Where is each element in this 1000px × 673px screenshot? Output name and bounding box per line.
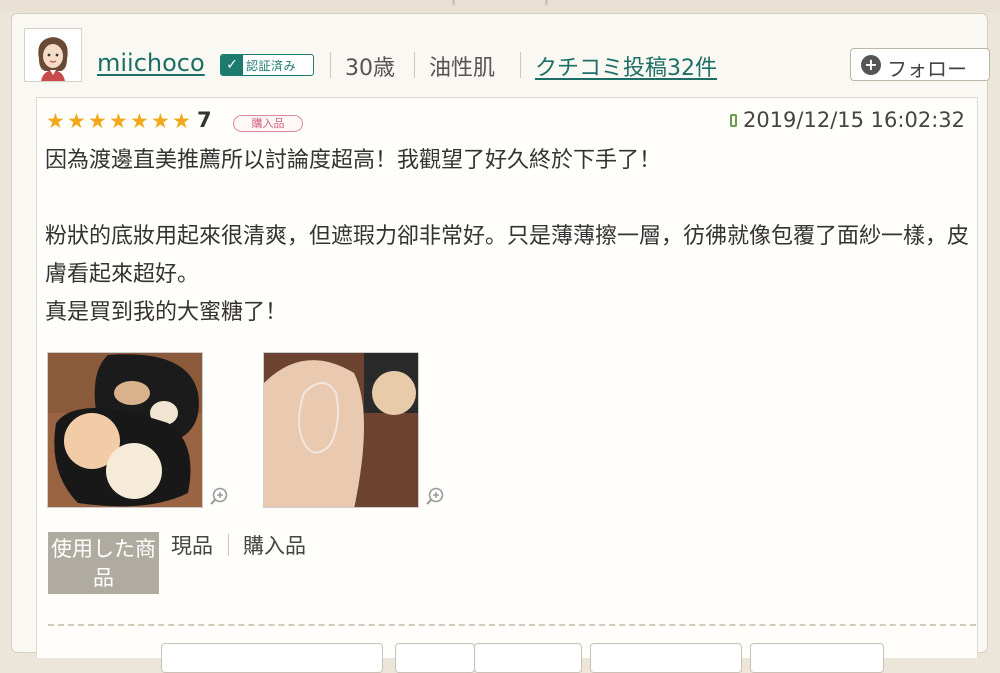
compact-photo [48,353,202,507]
star-icon: ★ [151,109,170,133]
review-body: ★ ★ ★ ★ ★ ★ ★ 7 購入品 2019/12/15 16:02:32 … [36,97,978,673]
review-paragraph: 真是買到我的大蜜糖了！ [45,300,288,325]
review-header: miichoco ✓ 認証済み 30歳 油性肌 クチコミ投稿32件 + フォロー [12,14,990,82]
review-paragraph: 粉狀的底妝用起來很清爽，但遮瑕力卻非常好。只是薄薄擦一層，彷彿就像包覆了面紗一樣… [45,224,970,287]
action-button[interactable] [474,643,582,673]
user-skin-type: 油性肌 [429,56,496,81]
username-link[interactable]: miichoco [97,49,205,77]
star-icon: ★ [46,109,65,133]
action-button[interactable] [590,643,742,673]
review-card: miichoco ✓ 認証済み 30歳 油性肌 クチコミ投稿32件 + フォロー… [11,13,990,673]
follow-label: フォロー [887,57,967,81]
action-button[interactable] [161,643,383,673]
date-text: 2019/12/15 16:02:32 [742,108,965,132]
user-age: 30歳 [345,56,395,81]
review-photo[interactable] [263,352,419,508]
check-icon: ✓ [221,55,243,75]
star-icon: ★ [109,109,128,133]
zoom-in-icon[interactable] [425,486,445,506]
star-icon: ★ [67,109,86,133]
action-button[interactable] [395,643,475,673]
swatch-photo [264,353,418,507]
rating-value: 7 [197,108,212,132]
avatar-illustration [25,29,81,81]
divider [228,534,229,556]
star-icon: ★ [130,109,149,133]
mobile-phone-icon [729,114,737,127]
plus-circle-icon: + [861,55,881,75]
zoom-in-icon[interactable] [209,486,229,506]
action-button[interactable] [750,643,884,673]
divider [414,52,415,78]
dashed-separator [48,624,976,626]
user-avatar[interactable] [24,28,82,82]
used-tag: 現品 [171,534,213,558]
strip-mark [545,0,548,5]
review-text: 因為渡邊直美推薦所以討論度超高！我觀望了好久終於下手了！ 粉狀的底妝用起來很清爽… [45,142,970,332]
verified-badge: ✓ 認証済み [220,54,314,76]
used-tag: 購入品 [243,534,306,558]
strip-mark [452,0,455,5]
follow-button[interactable]: + フォロー [850,48,990,81]
purchase-badge: 購入品 [233,115,303,132]
post-date: 2019/12/15 16:02:32 [729,108,965,132]
page-top-strip [0,0,1000,12]
star-icon: ★ [172,109,191,133]
verified-label: 認証済み [246,59,297,73]
star-icon: ★ [88,109,107,133]
review-photo[interactable] [47,352,203,508]
divider [330,52,331,78]
divider [520,52,521,78]
used-product-label: 使用した商品 [48,532,159,594]
review-count-link[interactable]: クチコミ投稿32件 [535,50,717,82]
review-paragraph: 因為渡邊直美推薦所以討論度超高！我觀望了好久終於下手了！ [45,148,662,173]
